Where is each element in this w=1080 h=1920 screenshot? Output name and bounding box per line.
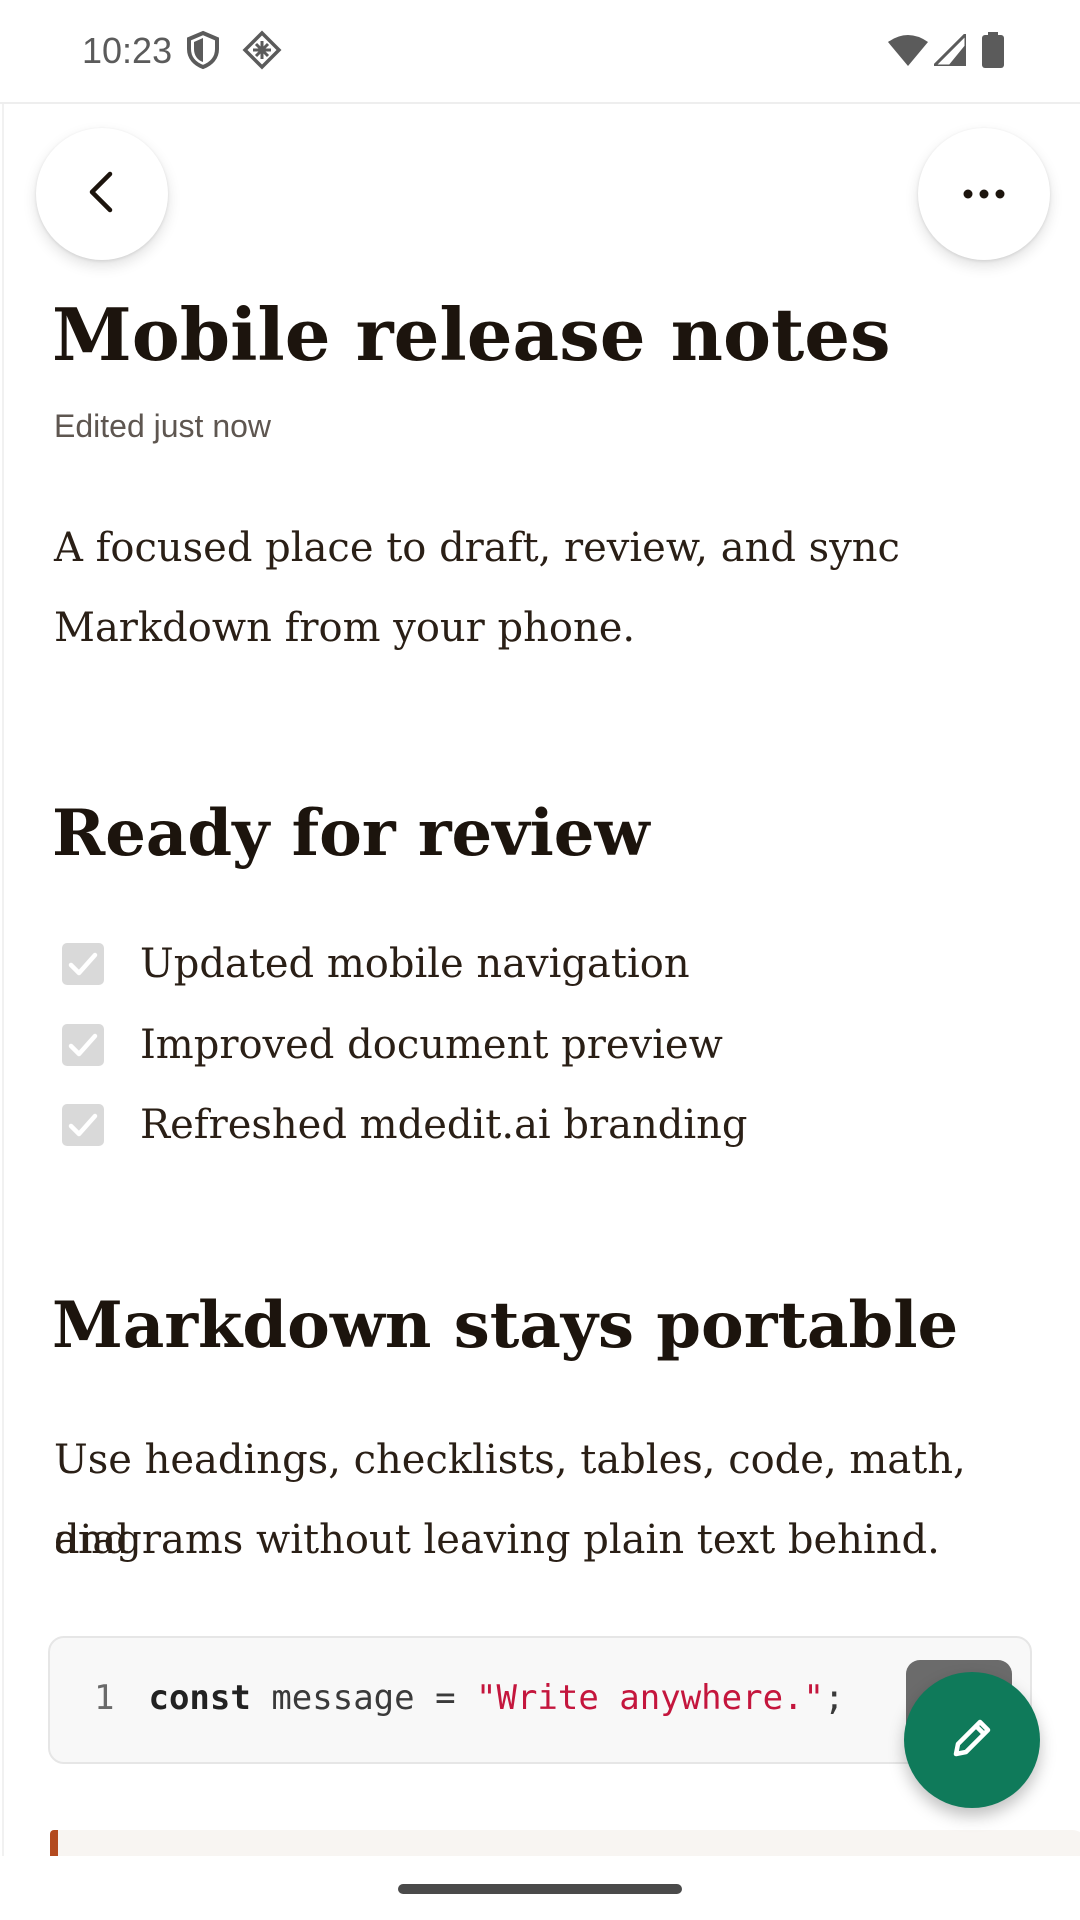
intro-line-1: A focused place to draft, review, and sy… — [54, 525, 900, 571]
more-options-button[interactable] — [918, 128, 1050, 260]
checklist-label: Updated mobile navigation — [140, 941, 690, 987]
checklist-label: Improved document preview — [140, 1022, 723, 1068]
checklist-item[interactable]: Improved document preview — [62, 1015, 723, 1075]
more-horizontal-icon — [962, 185, 1006, 204]
wifi-icon — [888, 34, 928, 70]
checkbox[interactable] — [62, 1024, 104, 1066]
chevron-left-icon — [82, 170, 122, 218]
checkmark-icon — [68, 952, 98, 976]
edited-timestamp: Edited just now — [54, 408, 272, 444]
code-string: "Write anywhere." — [476, 1678, 825, 1718]
intro-line-2: Markdown from your phone. — [54, 605, 636, 651]
status-time: 10:23 — [82, 30, 173, 71]
checkbox[interactable] — [62, 943, 104, 985]
checkbox[interactable] — [62, 1104, 104, 1146]
code-end: ; — [824, 1678, 845, 1718]
document-sheet[interactable]: Mobile release notes Edited just now A f… — [2, 104, 1080, 1856]
code-block[interactable]: 1 const message = "Write anywhere."; — [48, 1636, 1032, 1764]
checklist-item[interactable]: Refreshed mdedit.ai branding — [62, 1095, 748, 1155]
back-button[interactable] — [36, 128, 168, 260]
code-text: message = — [250, 1678, 477, 1718]
code-keyword: const — [148, 1678, 251, 1718]
battery-icon — [982, 32, 1004, 72]
vpn-diamond-icon — [242, 30, 282, 74]
cell-signal-icon — [930, 30, 968, 70]
gesture-nav-bar — [0, 1856, 1080, 1920]
edit-fab-button[interactable] — [904, 1672, 1040, 1808]
status-bar: 10:23 — [0, 0, 1080, 102]
home-indicator[interactable] — [398, 1884, 682, 1894]
shield-icon — [186, 30, 220, 74]
checklist-item[interactable]: Updated mobile navigation — [62, 934, 690, 994]
section-heading-portable: Markdown stays portable — [52, 1288, 959, 1363]
line-number: 1 — [94, 1678, 115, 1718]
checkmark-icon — [68, 1113, 98, 1137]
document-title: Mobile release notes — [52, 292, 891, 377]
pencil-edit-icon — [948, 1714, 996, 1766]
blockquote — [50, 1830, 1080, 1856]
portable-line-2: diagrams without leaving plain text behi… — [54, 1517, 940, 1563]
code-line: 1 const message = "Write anywhere."; — [94, 1678, 845, 1718]
section-heading-review: Ready for review — [52, 796, 650, 871]
checkmark-icon — [68, 1033, 98, 1057]
checklist-label: Refreshed mdedit.ai branding — [140, 1102, 748, 1148]
